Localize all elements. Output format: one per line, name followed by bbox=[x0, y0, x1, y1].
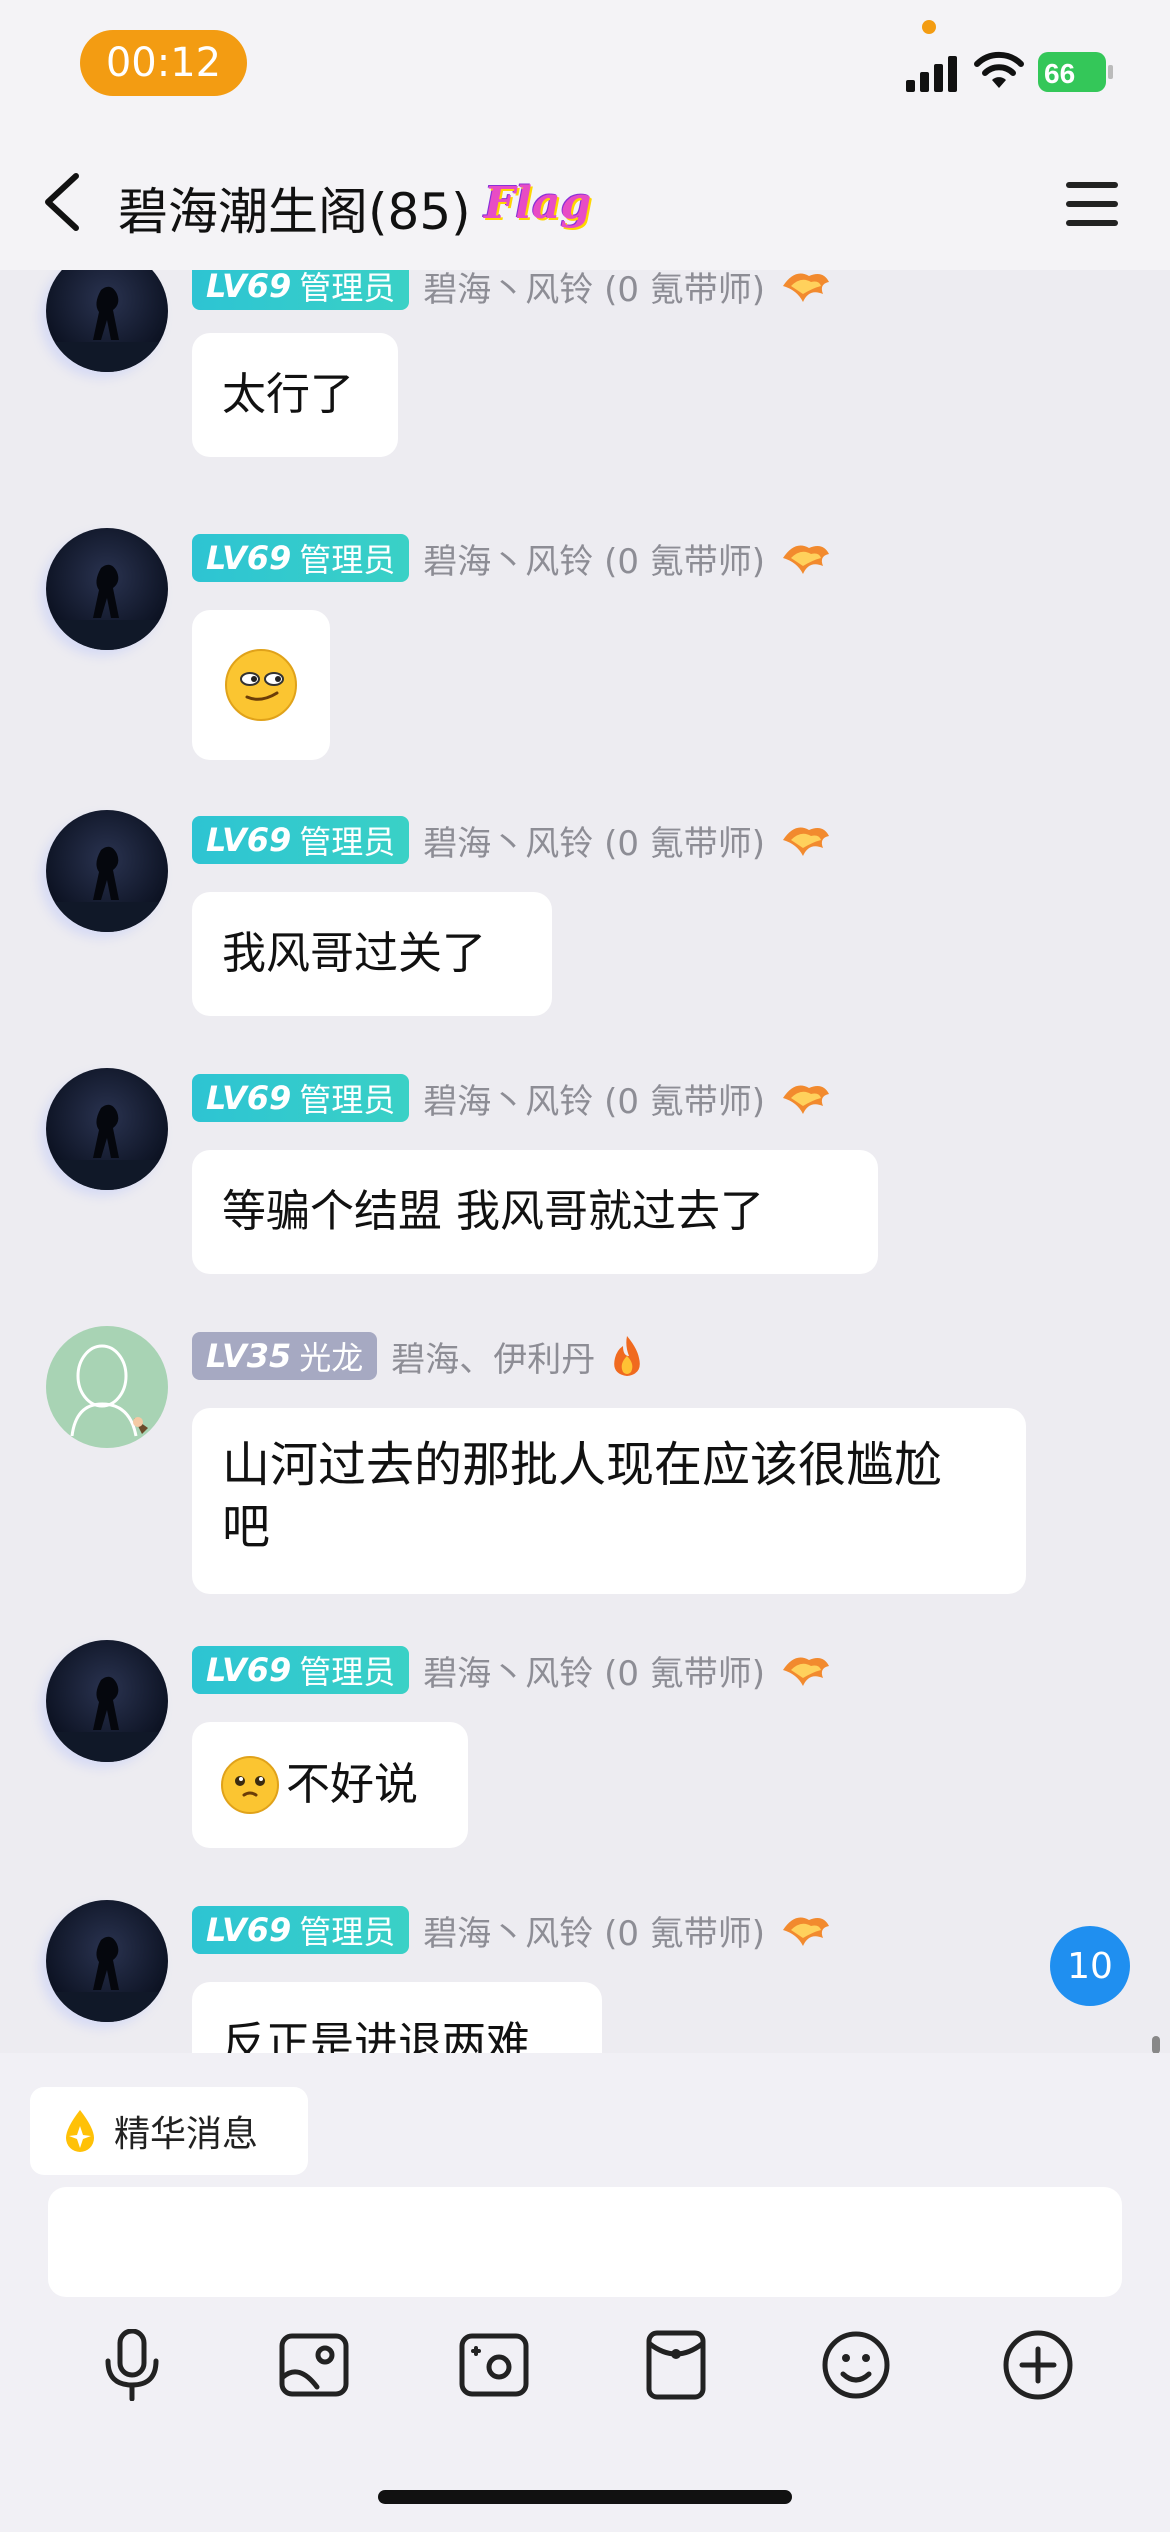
level-text: LV69 bbox=[206, 270, 292, 305]
level-badge: LV69 管理员 bbox=[192, 816, 410, 864]
avatar[interactable] bbox=[46, 270, 168, 372]
group-flag-badge: Flag bbox=[484, 178, 592, 229]
message-bubble[interactable]: 等骗个结盟 我风哥就过去了 bbox=[192, 1150, 878, 1274]
input-panel: 精华消息 bbox=[0, 2053, 1170, 2532]
voice-button[interactable] bbox=[92, 2325, 172, 2405]
role-text: 管理员 bbox=[299, 270, 396, 307]
smiley-icon bbox=[822, 2331, 890, 2399]
level-badge: LV35 光龙 bbox=[192, 1332, 378, 1380]
drop-icon bbox=[66, 2110, 94, 2152]
pleading-emoji-icon bbox=[221, 1756, 279, 1814]
message-text: 不好说 bbox=[286, 1759, 418, 1811]
hamburger-menu-icon[interactable] bbox=[1066, 182, 1118, 226]
level-badge: LV69 管理员 bbox=[192, 534, 410, 582]
scrollbar[interactable] bbox=[1152, 2036, 1160, 2054]
role-text: 管理员 bbox=[299, 1081, 396, 1119]
svg-text:66: 66 bbox=[1044, 58, 1075, 89]
status-time: 00:12 bbox=[80, 30, 247, 96]
level-text: LV69 bbox=[206, 1911, 292, 1949]
chat-message-list[interactable]: LV69 管理员 碧海丶风铃 (0 氪带师) 太行了 LV69 管理员 碧海丶风铃 … bbox=[0, 270, 1170, 2053]
dragon-medal-icon bbox=[783, 1917, 830, 1946]
dragon-medal-icon bbox=[783, 273, 830, 302]
role-text: 管理员 bbox=[299, 823, 396, 861]
message-text: 反正是进退两难 bbox=[222, 2018, 530, 2053]
level-text: LV69 bbox=[206, 821, 292, 859]
camera-button[interactable] bbox=[454, 2325, 534, 2405]
red-packet-icon bbox=[646, 2330, 706, 2400]
message-bubble[interactable]: 山河过去的那批人现在应该很尴尬 吧 bbox=[192, 1408, 1026, 1594]
avatar[interactable] bbox=[46, 528, 168, 650]
message-text: 等骗个结盟 我风哥就过去了 bbox=[222, 1186, 764, 1238]
message-bubble[interactable] bbox=[192, 610, 330, 760]
sender-name[interactable]: 碧海丶风铃 (0 氪带师) bbox=[423, 816, 765, 865]
status-bar: 00:12 66 bbox=[0, 0, 1170, 130]
avatar[interactable] bbox=[46, 1900, 168, 2022]
home-indicator[interactable] bbox=[378, 2490, 792, 2504]
microphone-icon bbox=[105, 2329, 159, 2401]
sender-name[interactable]: 碧海丶风铃 (0 氪带师) bbox=[423, 1906, 765, 1955]
avatar[interactable] bbox=[46, 1068, 168, 1190]
more-button[interactable] bbox=[998, 2325, 1078, 2405]
level-badge: LV69 管理员 bbox=[192, 1074, 410, 1122]
role-text: 光龙 bbox=[299, 1339, 364, 1377]
dragon-medal-icon bbox=[783, 1085, 830, 1114]
avatar[interactable] bbox=[46, 810, 168, 932]
avatar[interactable] bbox=[46, 1640, 168, 1762]
sender-name[interactable]: 碧海、伊利丹 bbox=[391, 1332, 595, 1381]
avatar[interactable] bbox=[46, 1326, 168, 1448]
message-text: 山河过去的那批人现在应该很尴尬 吧 bbox=[222, 1437, 943, 1556]
privacy-indicator-dot bbox=[922, 20, 936, 34]
smirk-emoji-icon bbox=[225, 649, 297, 721]
highlight-label: 精华消息 bbox=[114, 2114, 259, 2155]
sender-info: LV69 管理员 碧海丶风铃 (0 氪带师) bbox=[192, 534, 831, 582]
level-text: LV69 bbox=[206, 1079, 292, 1117]
input-toolbar bbox=[0, 2325, 1170, 2435]
sender-info: LV69 管理员 碧海丶风铃 (0 氪带师) bbox=[192, 816, 831, 864]
message-input[interactable] bbox=[48, 2187, 1122, 2297]
emoji-button[interactable] bbox=[816, 2325, 896, 2405]
plus-circle-icon bbox=[1003, 2330, 1073, 2400]
back-chevron-icon[interactable] bbox=[40, 170, 84, 234]
unread-count-badge[interactable]: 10 bbox=[1050, 1926, 1130, 2006]
message-bubble[interactable]: 反正是进退两难 bbox=[192, 1982, 602, 2053]
fire-icon bbox=[614, 1336, 641, 1376]
sender-info: LV69 管理员 碧海丶风铃 (0 氪带师) bbox=[192, 1646, 831, 1694]
highlight-messages-button[interactable]: 精华消息 bbox=[30, 2087, 308, 2175]
message-text: 我风哥过关了 bbox=[222, 928, 486, 980]
sender-info: LV69 管理员 碧海丶风铃 (0 氪带师) bbox=[192, 270, 831, 310]
sender-info: LV69 管理员 碧海丶风铃 (0 氪带师) bbox=[192, 1074, 831, 1122]
dragon-medal-icon bbox=[783, 545, 830, 574]
level-text: LV35 bbox=[206, 1337, 292, 1375]
cellular-signal-icon bbox=[906, 56, 957, 92]
message-text: 太行了 bbox=[222, 369, 354, 421]
level-badge: LV69 管理员 bbox=[192, 1906, 410, 1954]
role-text: 管理员 bbox=[299, 541, 396, 579]
role-text: 管理员 bbox=[299, 1653, 396, 1691]
level-badge: LV69 管理员 bbox=[192, 270, 410, 310]
sender-name[interactable]: 碧海丶风铃 (0 氪带师) bbox=[423, 534, 765, 583]
sender-name[interactable]: 碧海丶风铃 (0 氪带师) bbox=[423, 1074, 765, 1123]
red-packet-button[interactable] bbox=[636, 2325, 716, 2405]
message-bubble[interactable]: 不好说 bbox=[192, 1722, 468, 1848]
photo-button[interactable] bbox=[274, 2325, 354, 2405]
group-chat-title[interactable]: 碧海潮生阁(85) bbox=[118, 172, 471, 244]
role-text: 管理员 bbox=[299, 1913, 396, 1951]
level-text: LV69 bbox=[206, 539, 292, 577]
dragon-medal-icon bbox=[783, 1657, 830, 1686]
message-bubble[interactable]: 太行了 bbox=[192, 333, 398, 457]
sender-info: LV69 管理员 碧海丶风铃 (0 氪带师) bbox=[192, 1906, 831, 1954]
battery-icon: 66 bbox=[1038, 52, 1114, 96]
level-text: LV69 bbox=[206, 1651, 292, 1689]
message-bubble[interactable]: 我风哥过关了 bbox=[192, 892, 552, 1016]
navigation-bar: 碧海潮生阁(85) Flag bbox=[0, 130, 1170, 270]
sender-info: LV35 光龙 碧海、伊利丹 bbox=[192, 1332, 645, 1380]
camera-icon bbox=[459, 2333, 529, 2397]
sender-name[interactable]: 碧海丶风铃 (0 氪带师) bbox=[423, 270, 765, 311]
sender-name[interactable]: 碧海丶风铃 (0 氪带师) bbox=[423, 1646, 765, 1695]
image-icon bbox=[279, 2333, 349, 2397]
dragon-medal-icon bbox=[783, 827, 830, 856]
wifi-icon bbox=[974, 51, 1024, 88]
level-badge: LV69 管理员 bbox=[192, 1646, 410, 1694]
